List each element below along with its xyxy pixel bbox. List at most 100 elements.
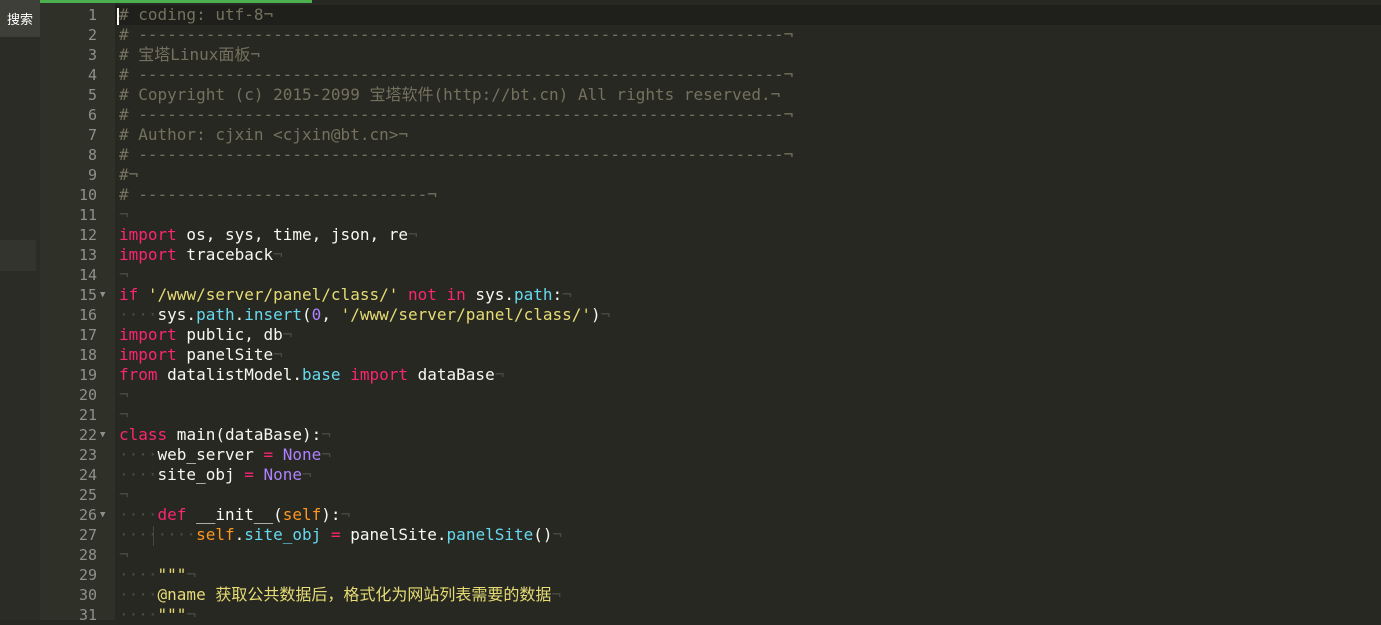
code-token: ( [302,305,312,324]
code-line[interactable]: # ------------------------------¬ [115,185,1381,205]
code-text: ¬ [119,545,129,565]
code-token: os, sys, time, json, re [176,225,408,244]
code-line[interactable]: class main(dataBase):¬ [115,425,1381,445]
code-token: ···· [119,565,158,584]
fold-arrow-icon[interactable]: ▼ [100,425,110,445]
line-number: 19 [78,366,97,384]
code-line[interactable]: #¬ [115,165,1381,185]
code-token: ···· [119,605,158,624]
code-token: ¬ [273,245,283,264]
code-text: if '/www/server/panel/class/' not in sys… [119,285,572,305]
code-token: ¬ [340,505,351,524]
line-number: 8 [87,146,97,164]
code-token: # ------------------------------¬ [119,185,437,204]
line-number: 24 [78,466,97,484]
code-token: ¬ [119,265,129,284]
line-number: 15 [78,286,97,304]
search-tab[interactable]: 搜索 [0,0,40,37]
indent-guide [153,526,154,546]
code-line[interactable]: # Author: cjxin <cjxin@bt.cn>¬ [115,125,1381,145]
code-token: # --------------------------------------… [119,25,794,44]
code-text: ····sys.path.insert(0, '/www/server/pane… [119,305,610,325]
code-line[interactable]: # Copyright (c) 2015-2099 宝塔软件(http://bt… [115,85,1381,105]
code-line[interactable]: if '/www/server/panel/class/' not in sys… [115,285,1381,305]
code-line[interactable]: # --------------------------------------… [115,65,1381,85]
code-line[interactable]: import traceback¬ [115,245,1381,265]
code-token: not in [408,285,466,304]
code-token: main(dataBase): [167,425,322,444]
code-text: ¬ [119,205,129,225]
code-token: ···· [119,305,158,324]
code-token: ¬ [302,465,312,484]
line-number: 12 [78,226,97,244]
line-number: 13 [78,246,97,264]
line-number: 7 [87,126,97,144]
code-text: # 宝塔Linux面板¬ [119,45,260,65]
code-line[interactable]: import panelSite¬ [115,345,1381,365]
code-line[interactable]: import os, sys, time, json, re¬ [115,225,1381,245]
line-number: 17 [78,326,97,344]
code-text: # Copyright (c) 2015-2099 宝塔软件(http://bt… [119,85,780,105]
code-token: ········ [119,525,197,544]
code-token: ¬ [494,365,505,384]
code-line[interactable]: import public, db¬ [115,325,1381,345]
code-token: ¬ [321,445,331,464]
code-line[interactable]: ¬ [115,205,1381,225]
code-token: # --------------------------------------… [119,105,794,124]
code-token: self [282,505,322,524]
code-text: from datalistModel.base import dataBase¬ [119,365,504,385]
code-token: __init__( [186,505,283,524]
line-number: 14 [78,266,97,284]
code-text: #¬ [119,165,138,185]
code-text: class main(dataBase):¬ [119,425,331,445]
code-line[interactable]: from datalistModel.base import dataBase¬ [115,365,1381,385]
code-text: # Author: cjxin <cjxin@bt.cn>¬ [119,125,408,145]
code-line[interactable]: ····sys.path.insert(0, '/www/server/pane… [115,305,1381,325]
fold-arrow-icon[interactable]: ▼ [100,505,110,525]
code-line[interactable]: ¬ [115,545,1381,565]
line-number: 25 [78,486,97,504]
code-line[interactable]: ····@name 获取公共数据后，格式化为网站列表需要的数据¬ [115,585,1381,605]
code-token: """ [157,565,187,584]
code-line[interactable]: # 宝塔Linux面板¬ [115,45,1381,65]
code-line[interactable]: # --------------------------------------… [115,145,1381,165]
code-token: import [119,225,177,244]
code-line[interactable]: # --------------------------------------… [115,25,1381,45]
code-token: import [350,365,408,384]
code-line[interactable]: ····"""¬ [115,605,1381,625]
code-line[interactable]: # coding: utf-8¬ [115,5,1381,25]
code-line[interactable]: ¬ [115,385,1381,405]
code-line[interactable]: ¬ [115,485,1381,505]
code-token: traceback [176,245,274,264]
line-number: 30 [78,586,97,604]
code-line[interactable]: ········self.site_obj = panelSite.panelS… [115,525,1381,545]
code-text: # --------------------------------------… [119,105,793,125]
code-token: panelSite [446,525,534,544]
code-token: ¬ [119,545,129,564]
code-token: ¬ [119,485,129,504]
line-number: 29 [78,566,97,584]
code-line[interactable]: ····def __init__(self):¬ [115,505,1381,525]
code-line[interactable]: ····web_server = None¬ [115,445,1381,465]
code-token: ···· [119,585,158,604]
code-token: ¬ [186,565,197,584]
code-token: def [157,505,187,524]
fold-arrow-icon[interactable]: ▼ [100,285,110,305]
code-line[interactable]: ¬ [115,265,1381,285]
code-token: dataBase [408,365,495,384]
code-line[interactable]: ····"""¬ [115,565,1381,585]
code-token: : [552,285,563,304]
code-line[interactable]: # --------------------------------------… [115,105,1381,125]
code-token: ¬ [552,525,563,544]
code-token: site_obj [157,465,245,484]
code-token: . [234,305,245,324]
code-text: ····@name 获取公共数据后，格式化为网站列表需要的数据¬ [119,585,561,605]
code-line[interactable]: ¬ [115,405,1381,425]
code-line[interactable]: ····site_obj = None¬ [115,465,1381,485]
code-token: = [330,525,341,544]
